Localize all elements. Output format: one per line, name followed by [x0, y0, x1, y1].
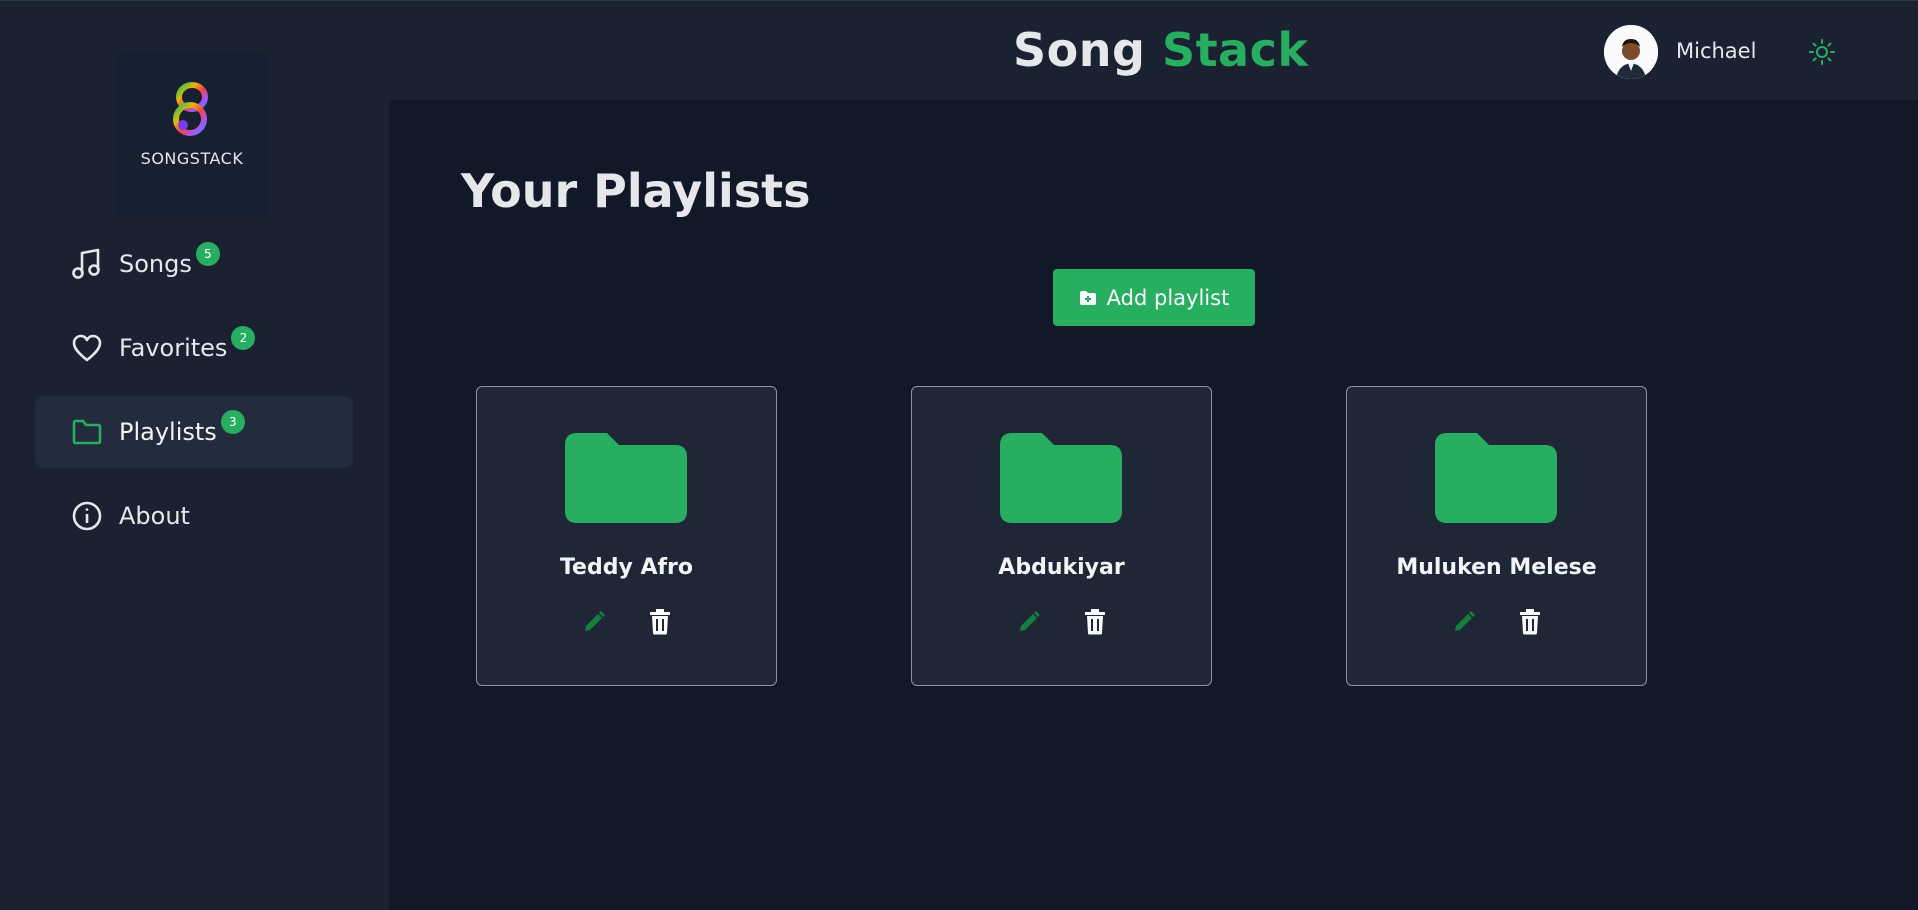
user-name[interactable]: Michael [1676, 39, 1756, 63]
playlist-name: Muluken Melese [1396, 555, 1597, 580]
pencil-icon [1019, 611, 1040, 631]
playlist-card[interactable]: Muluken Melese [1346, 386, 1647, 686]
page-title: Your Playlists [461, 164, 811, 218]
add-playlist-label: Add playlist [1106, 285, 1230, 310]
sidebar: SONGSTACK Songs 5 Favorites 2 Playlists … [0, 0, 389, 910]
brand-word-2: Stack [1161, 23, 1309, 77]
top-header: Song Stack Michael [389, 0, 1918, 100]
sun-icon [1809, 39, 1835, 65]
folder-icon [1435, 433, 1557, 523]
playlist-card[interactable]: Teddy Afro [476, 386, 777, 686]
edit-playlist-button[interactable] [1451, 609, 1477, 635]
sidebar-item-label: Songs [119, 250, 192, 278]
sidebar-item-label: Favorites [119, 334, 228, 362]
delete-playlist-button[interactable] [1082, 609, 1108, 635]
playlists-count-badge: 3 [220, 410, 245, 434]
edit-playlist-button[interactable] [581, 609, 607, 635]
sidebar-item-favorites[interactable]: Favorites 2 [35, 312, 353, 384]
playlist-actions [477, 609, 776, 635]
logo[interactable]: SONGSTACK [116, 51, 268, 216]
playlist-name: Abdukiyar [998, 555, 1125, 580]
logo-text: SONGSTACK [140, 149, 244, 168]
folder-icon [1000, 433, 1122, 523]
pencil-icon [1454, 611, 1475, 631]
folder-icon [565, 433, 687, 523]
sidebar-item-songs[interactable]: Songs 5 [35, 228, 353, 300]
app-root: SONGSTACK Songs 5 Favorites 2 Playlists … [0, 0, 1918, 910]
app-title: Song Stack [1013, 23, 1308, 77]
sidebar-nav: Songs 5 Favorites 2 Playlists 3 About [35, 228, 353, 564]
user-avatar-icon [1604, 25, 1658, 79]
sidebar-item-about[interactable]: About [35, 480, 353, 552]
sidebar-item-playlists[interactable]: Playlists 3 [35, 396, 353, 468]
playlist-name: Teddy Afro [559, 555, 694, 580]
trash-icon [649, 609, 670, 635]
favorites-count-badge: 2 [231, 326, 256, 350]
heart-icon [71, 332, 103, 364]
theme-toggle-button[interactable] [1807, 37, 1837, 67]
trash-icon [1084, 609, 1105, 635]
trash-icon [1519, 609, 1540, 635]
music-note-icon [71, 248, 103, 280]
playlist-card[interactable]: Abdukiyar [911, 386, 1212, 686]
edit-playlist-button[interactable] [1016, 609, 1042, 635]
brand-word-1: Song [1013, 23, 1146, 77]
songs-count-badge: 5 [195, 242, 220, 266]
info-icon [71, 500, 103, 532]
add-playlist-button[interactable]: Add playlist [1053, 269, 1255, 326]
sidebar-item-label: Playlists [119, 418, 217, 446]
delete-playlist-button[interactable] [647, 609, 673, 635]
sidebar-item-label: About [119, 502, 190, 530]
songstack-logo-icon [173, 82, 208, 136]
avatar[interactable] [1604, 25, 1658, 79]
playlist-actions [1347, 609, 1646, 635]
folder-icon [71, 416, 103, 448]
folder-plus-icon [1079, 290, 1096, 305]
pencil-icon [584, 611, 605, 631]
delete-playlist-button[interactable] [1517, 609, 1543, 635]
playlist-actions [912, 609, 1211, 635]
